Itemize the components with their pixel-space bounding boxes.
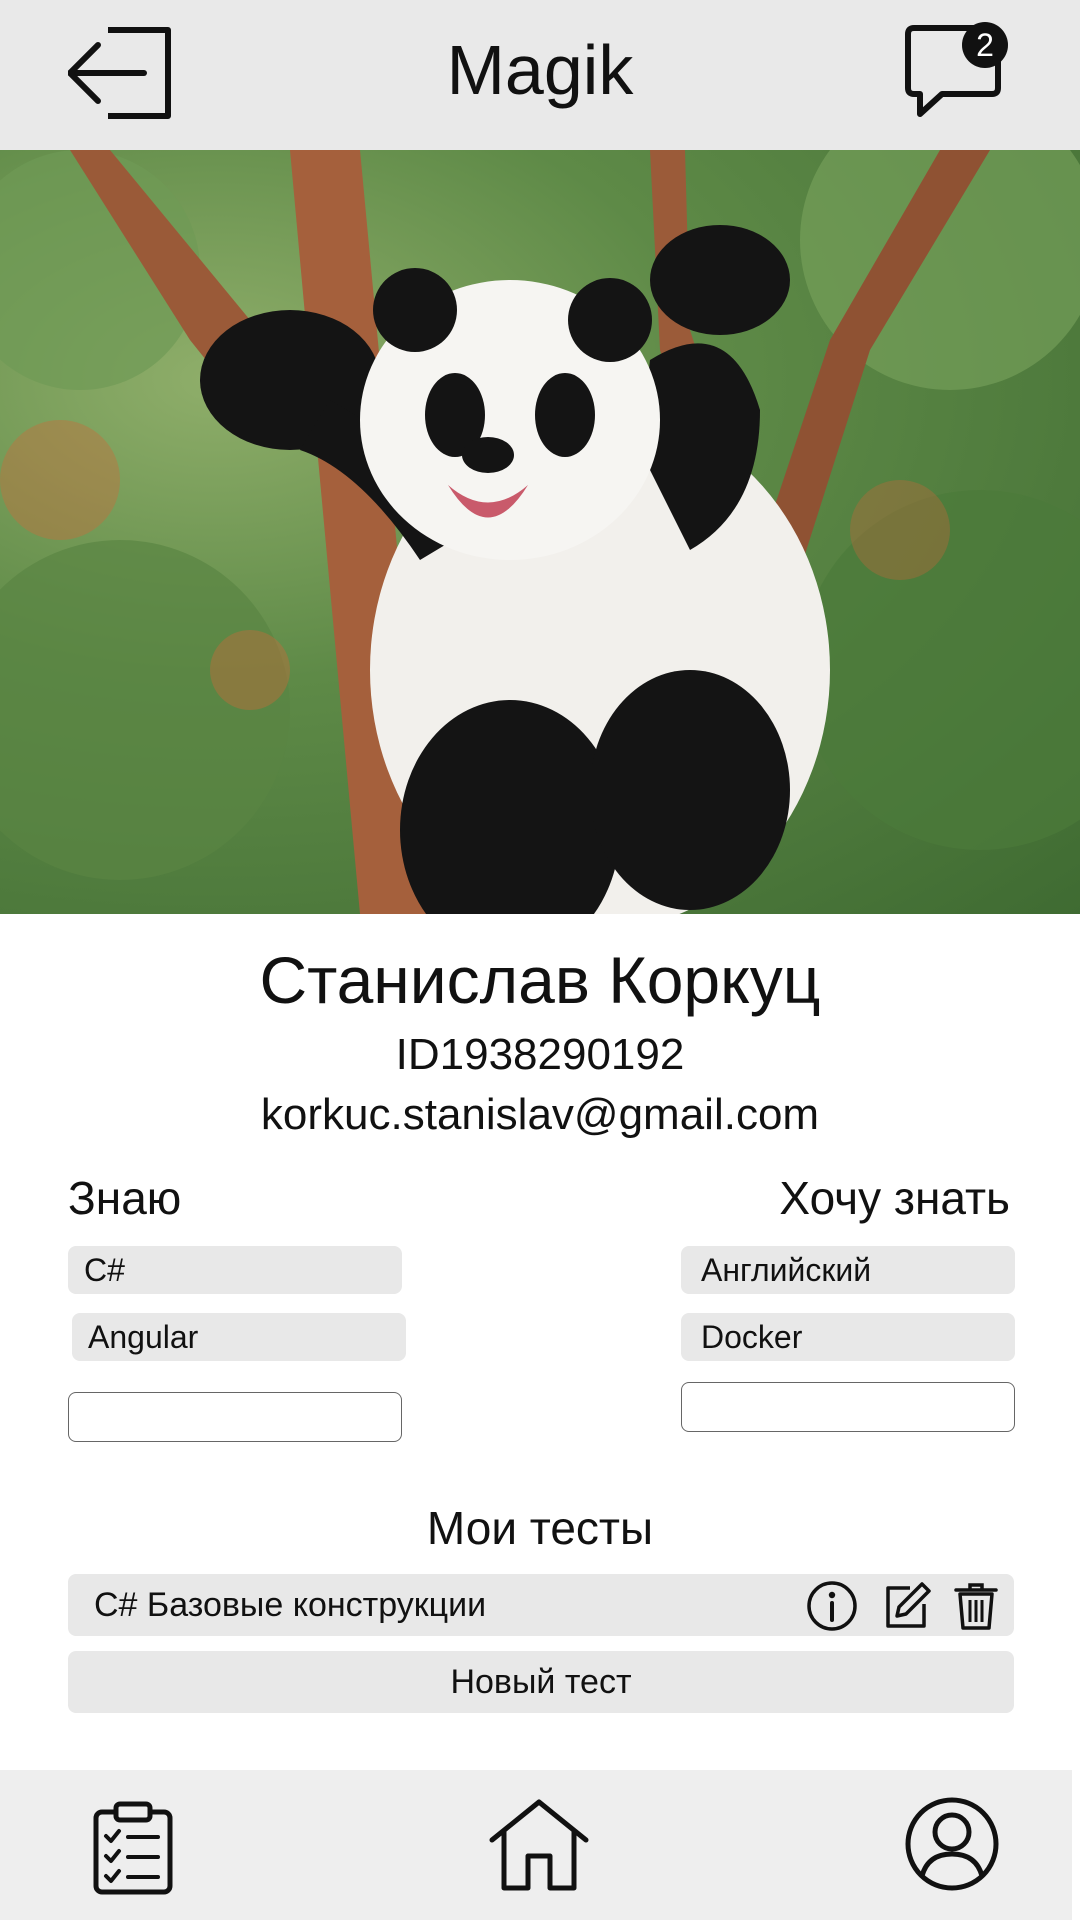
know-title: Знаю [68,1172,182,1224]
test-info-button[interactable] [806,1580,858,1632]
top-bar: Magik 2 [0,0,1080,150]
test-row[interactable]: C# Базовые конструкции [68,1574,1014,1636]
want-skill-chip[interactable]: Docker [681,1313,1015,1361]
profile-photo [0,150,1080,914]
info-icon [807,1581,857,1631]
want-skill-input[interactable] [681,1382,1015,1432]
user-circle-icon [905,1797,999,1891]
nav-profile-button[interactable] [904,1796,1000,1892]
home-icon [489,1799,589,1891]
nav-home-button[interactable] [488,1798,590,1892]
bottom-nav [0,1770,1072,1920]
profile-email: korkuc.stanislav@gmail.com [260,1090,820,1139]
know-skill-input[interactable] [68,1392,402,1442]
profile-id: ID1938290192 [395,1030,685,1079]
nav-tests-button[interactable] [92,1800,174,1896]
know-skill-chip[interactable]: Angular [72,1313,406,1361]
want-skill-chip[interactable]: Английский [681,1246,1015,1294]
edit-icon [886,1582,931,1628]
clipboard-checklist-icon [93,1801,173,1895]
want-title: Хочу знать [779,1172,1010,1224]
panda-image [0,150,1080,914]
test-name: C# Базовые конструкции [94,1586,487,1624]
test-delete-button[interactable] [950,1580,1002,1632]
know-skill-chip[interactable]: C# [68,1246,402,1294]
trash-icon [954,1583,998,1630]
new-test-button[interactable]: Новый тест [68,1651,1014,1713]
profile-name: Станислав Коркуц [259,943,821,1017]
my-tests-title: Мои тесты [426,1502,654,1554]
test-edit-button[interactable] [880,1580,932,1632]
unread-badge: 2 [962,22,1008,68]
